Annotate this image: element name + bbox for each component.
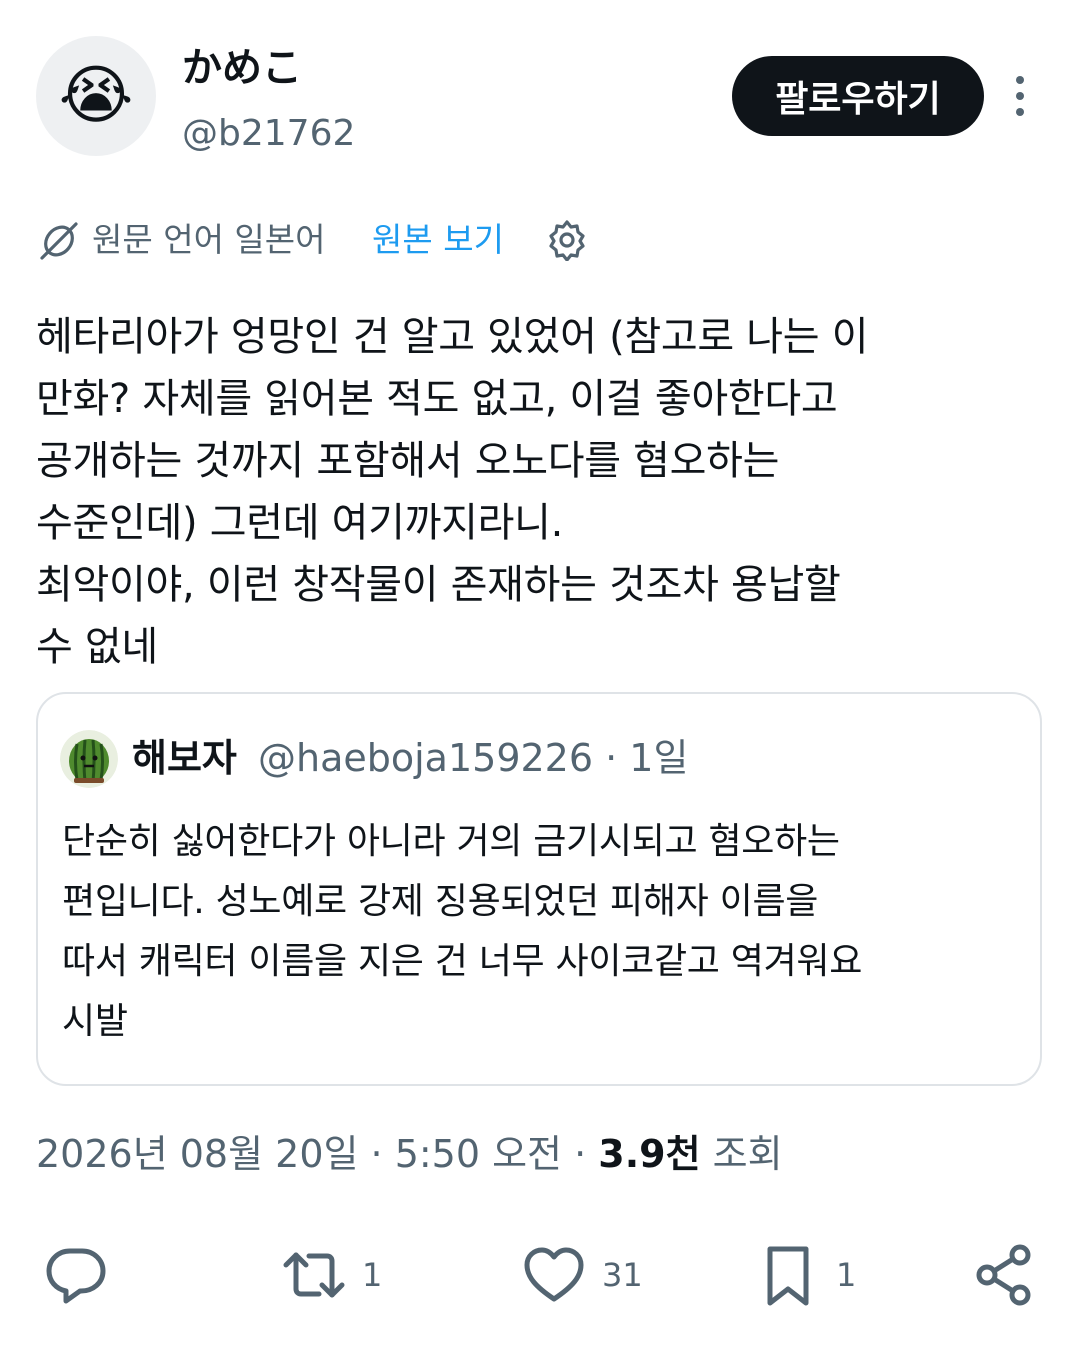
like-button[interactable]: 31 — [522, 1240, 643, 1310]
bookmark-icon — [767, 1246, 809, 1306]
quoted-tweet-text: 단순히 싫어한다가 아니라 거의 금기시되고 혐오하는 편입니다. 성노예로 강… — [62, 821, 863, 1042]
view-label: 조회 — [700, 1132, 783, 1176]
tweet-meta: 2026년 08월 20일 · 5:50 오전 · 3.9천 조회 — [36, 1128, 783, 1180]
gear-icon[interactable] — [546, 219, 588, 261]
view-count: 3.9천 — [598, 1132, 701, 1176]
author-handle[interactable]: @b21762 — [182, 110, 355, 158]
bookmark-count: 1 — [836, 1256, 857, 1294]
translate-icon — [40, 222, 78, 260]
show-original-link[interactable]: 원본 보기 — [372, 216, 504, 264]
retweet-icon — [283, 1252, 345, 1298]
author-name[interactable]: かめこ — [182, 42, 302, 94]
share-button[interactable] — [972, 1240, 1036, 1310]
tweet-text: 헤타리아가 엉망인 건 알고 있었어 (참고로 나는 이 만화? 자체를 읽어본… — [36, 314, 869, 670]
tweet-timestamp[interactable]: 2026년 08월 20일 · 5:50 오전 · — [36, 1132, 598, 1176]
follow-button[interactable]: 팔로우하기 — [732, 56, 984, 136]
bookmark-button[interactable]: 1 — [756, 1240, 856, 1310]
share-icon — [976, 1244, 1031, 1306]
crying-face-emoji: 😭 — [58, 59, 134, 133]
quoted-author-avatar[interactable] — [60, 730, 118, 788]
more-options-icon[interactable] — [1003, 76, 1037, 116]
retweet-button[interactable]: 1 — [282, 1240, 382, 1310]
quoted-author-handle[interactable]: @haeboja159226 · 1일 — [258, 732, 688, 784]
like-count: 31 — [602, 1256, 643, 1294]
retweet-count: 1 — [362, 1256, 383, 1294]
author-avatar[interactable]: 😭 — [36, 36, 156, 156]
reply-icon — [46, 1248, 106, 1304]
reply-button[interactable] — [44, 1240, 124, 1310]
quoted-author-name[interactable]: 해보자 — [132, 732, 237, 784]
heart-icon — [524, 1247, 584, 1302]
original-language-note: 원문 언어 일본어 — [92, 220, 326, 259]
